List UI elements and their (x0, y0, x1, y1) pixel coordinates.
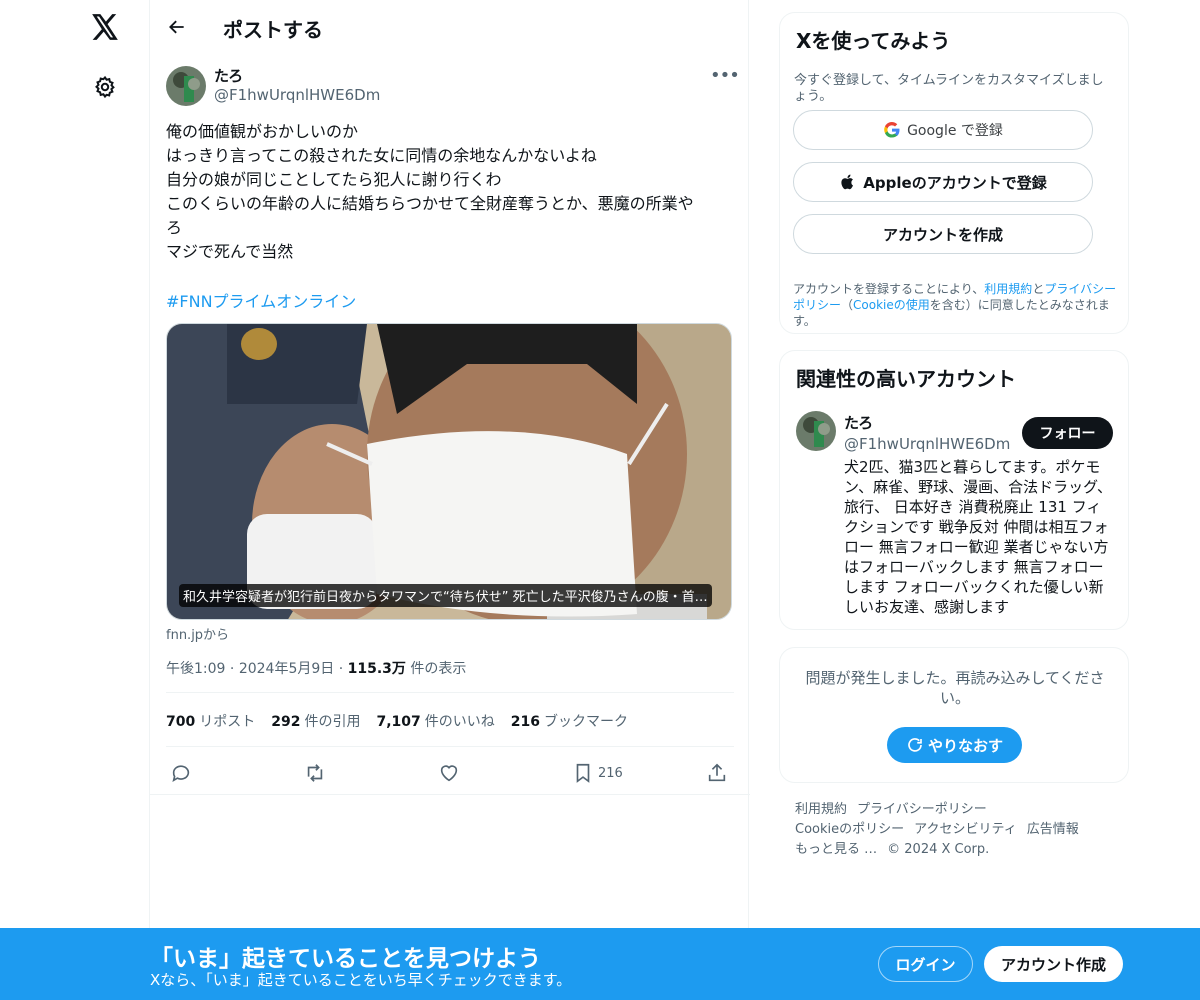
post-text-line: 俺の価値観がおかしいのか (166, 122, 359, 141)
views-label: 件の表示 (410, 661, 467, 677)
post-stats: 700 リポスト 292 件の引用 7,107 件のいいね 216 ブックマーク (166, 711, 628, 731)
error-message: 問題が発生しました。再読み込みしてください。 (805, 669, 1105, 707)
apple-signup-button[interactable]: Appleのアカウントで登録 (793, 162, 1093, 202)
footer-more[interactable]: もっと見る … (795, 842, 877, 857)
post-text-line: はっきり言ってこの殺された女に同情の余地なんかないよね (166, 146, 597, 165)
bookmarks-stat[interactable]: 216 ブックマーク (511, 711, 628, 731)
gear-icon[interactable] (88, 70, 122, 104)
post-text-line: ろ (166, 218, 183, 237)
bookmark-button[interactable]: 216 (572, 758, 623, 788)
author-name[interactable]: たろ (214, 65, 243, 86)
views-count: 115.3万 (347, 661, 406, 677)
main-column: ポストする たろ @F1hwUrqnlHWE6Dm ••• 俺の価値観がおかしい… (149, 0, 750, 1000)
post-text-line: 自分の娘が同じことしてたら犯人に謝り行くわ (166, 170, 502, 189)
related-accounts-panel: 関連性の高いアカウント たろ @F1hwUrqnlHWE6Dm フォロー 犬2匹… (779, 350, 1129, 630)
bottom-bar-title: 「いま」起きていることを見つけよう (150, 946, 541, 972)
footer-cookie[interactable]: Cookieのポリシー (795, 822, 904, 837)
refresh-icon (908, 738, 922, 752)
signup-subtitle: 今すぐ登録して、タイムラインをカスタマイズしましょう。 (794, 73, 1104, 104)
card-image (167, 324, 731, 619)
post-text: 俺の価値観がおかしいのか はっきり言ってこの殺された女に同情の余地なんかないよね… (166, 120, 736, 264)
apple-icon (841, 174, 854, 190)
related-name[interactable]: たろ (844, 412, 873, 433)
divider (166, 746, 734, 747)
cookie-link[interactable]: Cookieの使用 (853, 298, 930, 312)
footer-copyright: © 2024 X Corp. (887, 842, 990, 857)
arrow-left-icon[interactable] (162, 12, 192, 42)
footer-ads[interactable]: 広告情報 (1027, 822, 1079, 837)
google-icon (884, 121, 900, 138)
post-text-line: マジで死んで当然 (166, 242, 294, 261)
follow-button[interactable]: フォロー (1022, 417, 1113, 449)
divider (150, 794, 750, 795)
related-title: 関連性の高いアカウント (796, 367, 1016, 391)
topbar: ポストする (150, 0, 750, 54)
terms-link[interactable]: 利用規約 (984, 282, 1032, 296)
signup-panel: Xを使ってみよう 今すぐ登録して、タイムラインをカスタマイズしましょう。 Goo… (779, 12, 1129, 334)
page-title: ポストする (223, 18, 323, 42)
x-logo[interactable] (88, 10, 122, 44)
avatar[interactable] (166, 66, 206, 106)
post-meta: 午後1:09 · 2024年5月9日 · 115.3万 件の表示 (166, 661, 467, 677)
post-date[interactable]: 2024年5月9日 (239, 661, 334, 677)
repost-icon[interactable] (304, 758, 326, 788)
bookmark-count: 216 (598, 765, 623, 781)
quotes-stat[interactable]: 292 件の引用 (271, 711, 360, 731)
create-account-bottom-button[interactable]: アカウント作成 (984, 946, 1123, 982)
footer-accessibility[interactable]: アクセシビリティ (914, 822, 1017, 837)
post-actions: 216 (166, 758, 734, 788)
card-source[interactable]: fnn.jpから (166, 624, 229, 643)
login-button[interactable]: ログイン (878, 946, 973, 982)
google-signup-button[interactable]: Google で登録 (793, 110, 1093, 150)
create-account-button[interactable]: アカウントを作成 (793, 214, 1093, 254)
error-panel: 問題が発生しました。再読み込みしてください。 やりなおす (779, 647, 1129, 783)
footer: 利用規約 プライバシーポリシー Cookieのポリシー アクセシビリティ 広告情報 も… (795, 800, 1115, 860)
apple-signup-label: Appleのアカウントで登録 (863, 173, 1047, 192)
retry-button[interactable]: やりなおす (887, 727, 1022, 763)
footer-terms[interactable]: 利用規約 (795, 802, 847, 817)
heart-icon[interactable] (438, 758, 460, 788)
footer-privacy[interactable]: プライバシーポリシー (857, 802, 987, 817)
bottom-signup-bar: 「いま」起きていることを見つけよう Xなら、「いま」起きていることをいち早くチェ… (0, 928, 1200, 1000)
avatar[interactable] (796, 411, 836, 451)
signup-title: Xを使ってみよう (796, 29, 951, 53)
hashtag-link[interactable]: #FNNプライムオンライン (166, 288, 356, 312)
ellipsis-icon[interactable]: ••• (710, 66, 740, 90)
bookmark-icon (576, 763, 590, 783)
card-caption: 和久井学容疑者が犯行前日夜からタワマンで“待ち伏せ” 死亡した平沢俊乃さんの腹・… (179, 584, 712, 607)
related-handle[interactable]: @F1hwUrqnlHWE6Dm (844, 435, 1010, 453)
share-icon[interactable] (706, 758, 728, 788)
left-nav (0, 0, 150, 1000)
bottom-bar-subtitle: Xなら、「いま」起きていることをいち早くチェックできます。 (150, 971, 572, 989)
post-time[interactable]: 午後1:09 (166, 661, 225, 677)
author-handle[interactable]: @F1hwUrqnlHWE6Dm (214, 86, 380, 104)
related-bio: 犬2匹、猫3匹と暮らしてます。ポケモン、麻雀、野球、漫画、合法ドラッグ、旅行、 … (844, 458, 1113, 616)
reposts-stat[interactable]: 700 リポスト (166, 711, 255, 731)
reply-icon[interactable] (170, 758, 192, 788)
google-signup-label: Google で登録 (907, 123, 1003, 139)
post-text-line: このくらいの年齢の人に結婚ちらつかせて全財産奪うとか、悪魔の所業や (166, 194, 694, 213)
link-card[interactable]: 和久井学容疑者が犯行前日夜からタワマンで“待ち伏せ” 死亡した平沢俊乃さんの腹・… (166, 323, 732, 620)
likes-stat[interactable]: 7,107 件のいいね (376, 711, 494, 731)
divider (166, 692, 734, 693)
legal-text: アカウントを登録することにより、利用規約とプライバシーポリシー（Cookieの使… (793, 282, 1117, 328)
retry-label: やりなおす (927, 736, 1003, 755)
